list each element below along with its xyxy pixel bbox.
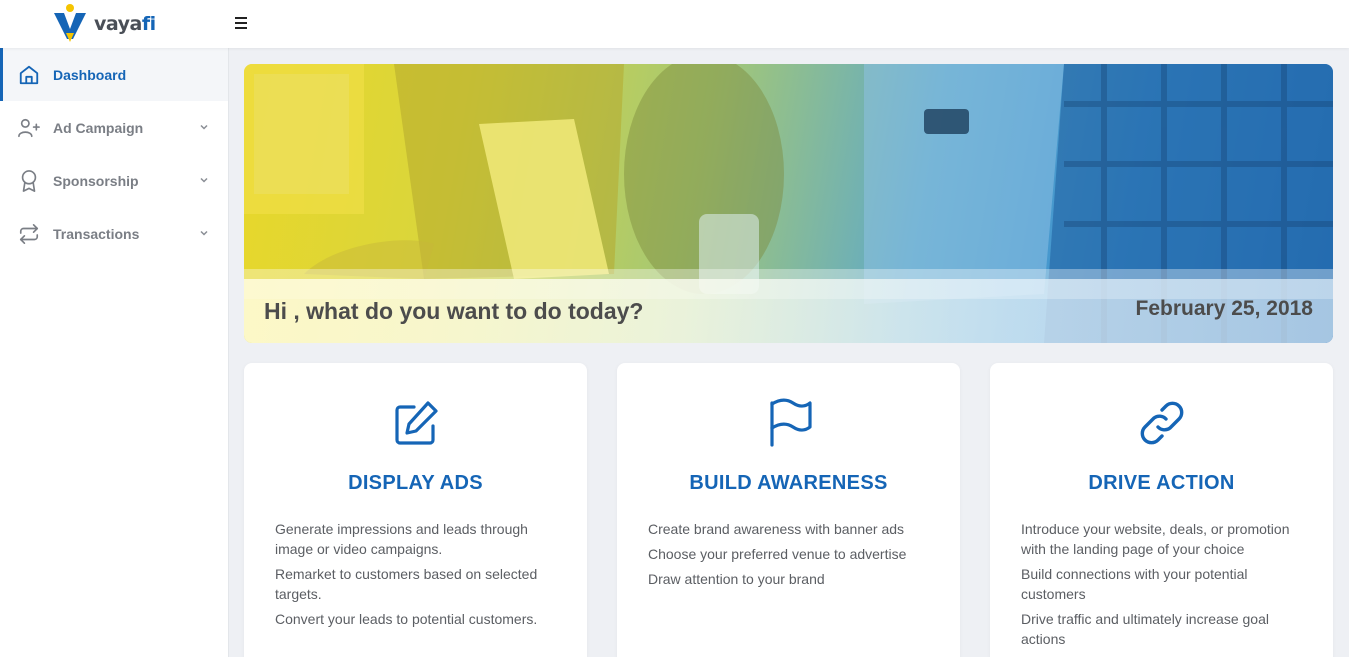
card-description-list: Create brand awareness with banner ads C… (648, 519, 938, 594)
list-item: Draw attention to your brand (648, 571, 825, 587)
card-drive-action[interactable]: DRIVE ACTION Introduce your website, dea… (990, 363, 1333, 657)
home-icon (17, 63, 41, 87)
user-plus-icon (17, 116, 41, 140)
list-item: Choose your preferred venue to advertise (648, 546, 907, 562)
list-item: Drive traffic and ultimately increase go… (1021, 611, 1269, 647)
sidebar-item-ad-campaign[interactable]: Ad Campaign (0, 101, 228, 154)
sidebar-item-transactions[interactable]: Transactions (0, 207, 228, 260)
brand-logo[interactable]: vayafi (52, 3, 156, 43)
list-item: Convert your leads to potential customer… (275, 611, 538, 627)
list-item: Remarket to customers based on selected … (275, 566, 538, 602)
card-title: DISPLAY ADS (348, 472, 483, 494)
card-description-list: Generate impressions and leads through i… (275, 519, 565, 634)
top-bar: vayafi (0, 0, 1349, 48)
sidebar-item-label: Dashboard (53, 66, 127, 83)
sidebar-item-sponsorship[interactable]: Sponsorship (0, 154, 228, 207)
list-item: Create brand awareness with banner ads (648, 521, 905, 537)
card-title: BUILD AWARENESS (689, 472, 888, 494)
v-with-pin-logo-icon (52, 3, 88, 43)
edit-icon (390, 397, 442, 449)
sidebar-item-label: Transactions (53, 225, 140, 242)
card-display-ads[interactable]: DISPLAY ADS Generate impressions and lea… (244, 363, 587, 657)
sidebar: Dashboard Ad Campaign Sponsorship Transa… (0, 48, 229, 657)
brand-prefix: vaya (94, 12, 142, 35)
chevron-down-icon (200, 230, 208, 236)
list-item: Build connections with your potential cu… (1021, 566, 1248, 602)
hamburger-icon[interactable] (235, 17, 249, 31)
sidebar-item-dashboard[interactable]: Dashboard (0, 48, 228, 101)
sidebar-item-label: Sponsorship (53, 172, 139, 189)
card-build-awareness[interactable]: BUILD AWARENESS Create brand awareness w… (617, 363, 960, 657)
flag-icon (763, 397, 815, 449)
chevron-down-icon (200, 124, 208, 130)
brand-name: vayafi (94, 13, 156, 35)
hero-greeting: Hi , what do you want to do today? (264, 298, 644, 324)
chevron-down-icon (200, 177, 208, 183)
list-item: Introduce your website, deals, or promot… (1021, 521, 1290, 557)
award-icon (17, 169, 41, 193)
link-icon (1136, 397, 1188, 449)
repeat-icon (17, 222, 41, 246)
list-item: Generate impressions and leads through i… (275, 521, 528, 557)
card-description-list: Introduce your website, deals, or promot… (1021, 519, 1311, 654)
sidebar-item-label: Ad Campaign (53, 119, 144, 136)
card-title: DRIVE ACTION (1088, 472, 1235, 494)
hero-banner: Hi , what do you want to do today? Febru… (244, 64, 1333, 343)
current-date: February 25, 2018 (1135, 297, 1313, 320)
brand-suffix: fi (141, 12, 156, 35)
